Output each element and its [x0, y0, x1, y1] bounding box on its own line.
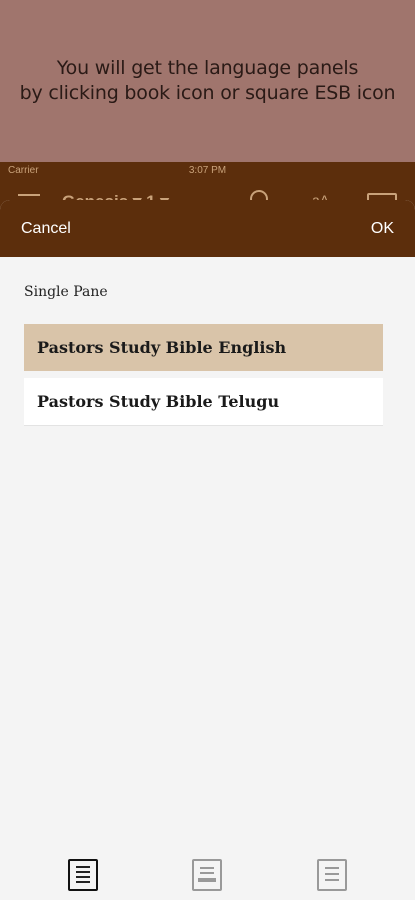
promo-line-2: by clicking book icon or square ESB icon — [19, 82, 396, 104]
pane-mode-bar — [0, 850, 415, 900]
pane-selection-sheet: Cancel OK Single Pane Pastors Study Bibl… — [0, 200, 415, 900]
promo-text: You will get the language panels by clic… — [0, 56, 415, 106]
option-label: Pastors Study Bible English — [37, 338, 287, 357]
ok-button[interactable]: OK — [371, 220, 394, 238]
status-time: 3:07 PM — [188, 165, 227, 176]
triple-pane-icon[interactable] — [317, 859, 347, 891]
cancel-button[interactable]: Cancel — [21, 220, 71, 238]
sheet-header: Cancel OK — [0, 200, 415, 257]
option-label: Pastors Study Bible Telugu — [37, 392, 280, 411]
single-pane-icon[interactable] — [68, 859, 98, 891]
promo-banner: You will get the language panels by clic… — [0, 0, 415, 162]
option-telugu[interactable]: Pastors Study Bible Telugu — [24, 378, 383, 426]
option-english[interactable]: Pastors Study Bible English — [24, 324, 383, 371]
promo-line-1: You will get the language panels — [56, 57, 359, 79]
double-pane-icon[interactable] — [192, 859, 222, 891]
section-label: Single Pane — [24, 284, 108, 300]
status-bar: Carrier 3:07 PM — [0, 162, 415, 180]
